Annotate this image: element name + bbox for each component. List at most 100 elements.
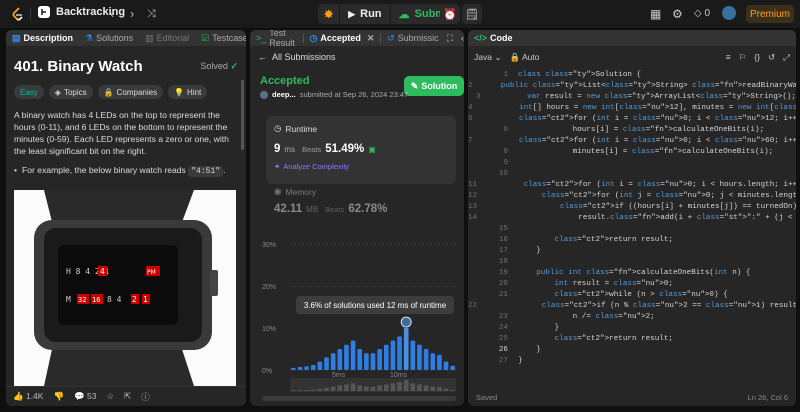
braces-icon[interactable]: {} [754,52,760,62]
code-line[interactable]: 22 class="ct2">if (n % class="nu">2 == c… [468,301,796,312]
code-line[interactable]: 11 class="ct2">for (int i = class="nu">0… [468,180,796,191]
code-line[interactable]: 7 class="ct2">for (int i = class="nu">0;… [468,136,796,147]
chart-bar[interactable] [317,361,323,370]
scrollbar-thumb[interactable] [241,80,244,150]
notes-icon[interactable]: 🗒 [462,4,482,24]
memory-card[interactable]: ◉ Memory 42.11 MB Beats 62.78% [274,186,454,215]
code-line[interactable]: 2 public class="ty">List<class="ty">Stri… [468,81,796,92]
code-line[interactable]: 23 n /= class="nu">2; [468,312,796,323]
format-icon[interactable]: ≡ [726,52,731,62]
like-button[interactable]: 👍 1.4K [13,391,43,402]
code-line[interactable]: 21 class="ct2">while (n > class="nu">0) … [468,290,796,301]
code-line[interactable]: 12 class="ct2">for (int j = class="nu">0… [468,191,796,202]
debug-button[interactable]: ✸ [318,4,341,24]
leetcode-logo-icon[interactable] [10,6,26,22]
horizontal-scrollbar[interactable] [262,396,456,401]
username[interactable]: deep... [272,90,296,99]
difficulty-badge[interactable]: Easy [14,85,44,99]
tab-description[interactable]: ▤ Description [6,30,79,46]
chart-bar[interactable] [310,364,316,370]
tab-submissions[interactable]: ↺ Submissic [381,30,445,46]
chart-bar[interactable] [403,328,409,370]
layout-grid-icon[interactable]: ▦ [650,7,661,21]
reset-icon[interactable]: ↺ [768,52,775,63]
chart-bar[interactable] [410,340,416,370]
chart-bar[interactable] [430,353,436,370]
code-line[interactable]: 14 result.class="fn">add(i + class="st">… [468,213,796,224]
code-line[interactable]: 19 public int class="fn">calculateOneBit… [468,268,796,279]
share-icon[interactable]: ⇱ [124,391,131,402]
tab-solutions[interactable]: ⚗ Solutions [79,30,139,46]
code-line[interactable]: 10 [468,169,796,180]
topics-chip[interactable]: ◈ Topics [48,85,93,99]
chevron-left-icon[interactable]: ‹ [110,6,114,21]
language-select[interactable]: Java ⌄ [474,52,501,63]
chart-bar[interactable] [297,367,303,370]
tab-accepted[interactable]: ◷ Accepted ✕ [304,30,381,46]
code-line[interactable]: 4 int[] hours = new int[class="nu">12], … [468,103,796,114]
chart-bar[interactable] [417,344,422,370]
code-line[interactable]: 5 class="ct2">for (int i = class="nu">0;… [468,114,796,125]
chart-bar[interactable] [344,344,349,370]
code-line[interactable]: 25 class="ct2">return result; [468,334,796,345]
chart-bar[interactable] [350,340,356,370]
code-line[interactable]: 9 [468,158,796,169]
chart-bar[interactable] [397,336,402,370]
code-line[interactable]: 26 } [468,345,796,356]
chart-bar[interactable] [364,353,369,370]
auto-mode-toggle[interactable]: 🔒 Auto [509,52,539,63]
all-submissions-link[interactable]: ← All Submissions [250,46,464,62]
companies-chip[interactable]: 🔒 Companies [97,85,164,99]
chart-bar[interactable] [304,366,309,370]
chart-bar[interactable] [291,367,296,370]
solution-button[interactable]: ✎ Solution [404,76,464,96]
code-line[interactable]: 3 var result = new class="ty">ArrayList<… [468,92,796,103]
code-line[interactable]: 6 hours[i] = class="fn">calculateOneBits… [468,125,796,136]
code-line[interactable]: 27} [468,356,796,367]
tab-test-result[interactable]: >_ Test Result [250,30,303,48]
code-line[interactable]: 18 [468,257,796,268]
chart-bar[interactable] [437,354,442,370]
run-button[interactable]: ▶ Run [340,4,391,24]
chart-bar[interactable] [423,349,429,370]
code-line[interactable]: 8 minutes[i] = class="fn">calculateOneBi… [468,147,796,158]
chart-bar[interactable] [330,353,336,370]
chevron-right-icon[interactable]: › [130,6,134,21]
code-line[interactable]: 1 class class="ty">Solution { [468,70,796,81]
chart-bar[interactable] [337,349,343,370]
comments-button[interactable]: 💬 53 [74,391,96,402]
code-line[interactable]: 20 int result = class="nu">0; [468,279,796,290]
chart-bar[interactable] [383,344,389,370]
alarm-clock-icon[interactable]: ⏰ [440,4,460,24]
star-icon[interactable]: ☆ [107,391,115,402]
tab-code[interactable]: </> Code [468,30,519,46]
chart-bar[interactable] [324,357,329,370]
code-line[interactable]: 17 } [468,246,796,257]
expand-icon[interactable]: ⤢ [783,52,790,63]
analyze-complexity-link[interactable]: ✦ Analyze Complexity [274,162,448,171]
chart-bar[interactable] [377,349,382,370]
chart-bar[interactable] [443,361,449,370]
tab-editorial[interactable]: ▥ Editorial [139,30,195,46]
thumbs-down-icon[interactable]: 👎 [53,391,64,402]
shuffle-icon[interactable]: ⤨ [147,8,156,21]
chart-bar[interactable] [370,353,376,370]
code-line[interactable]: 16 class="ct2">return result; [468,235,796,246]
chart-bar[interactable] [450,365,455,370]
code-editor[interactable]: 1 class class="ty">Solution {2 public cla… [468,70,796,367]
streak-counter[interactable]: ◇ 0 [694,8,710,19]
runtime-distribution-chart[interactable]: 30% 20% 10% 0% 5ms 10ms [260,240,460,396]
chart-bar[interactable] [390,340,396,370]
tab-testcase[interactable]: ☑ Testcase [195,30,246,46]
runtime-card[interactable]: ◷ Runtime 9 ms Beats 51.49% ▣ ✦ Analyze Co… [266,116,456,184]
code-line[interactable]: 24 } [468,323,796,334]
code-line[interactable]: 13 class="ct2">if ((hours[i] + minutes[j… [468,202,796,213]
premium-button[interactable]: Premium [746,5,794,23]
close-icon[interactable]: ✕ [367,33,375,44]
code-line[interactable]: 15 [468,224,796,235]
collapse-icon[interactable]: ‹ [461,33,464,43]
bookmark-icon[interactable]: ⚐ [739,52,747,63]
avatar[interactable] [722,6,736,20]
maximize-icon[interactable]: ⛶ [447,33,453,44]
hint-chip[interactable]: 💡 Hint [168,85,208,99]
